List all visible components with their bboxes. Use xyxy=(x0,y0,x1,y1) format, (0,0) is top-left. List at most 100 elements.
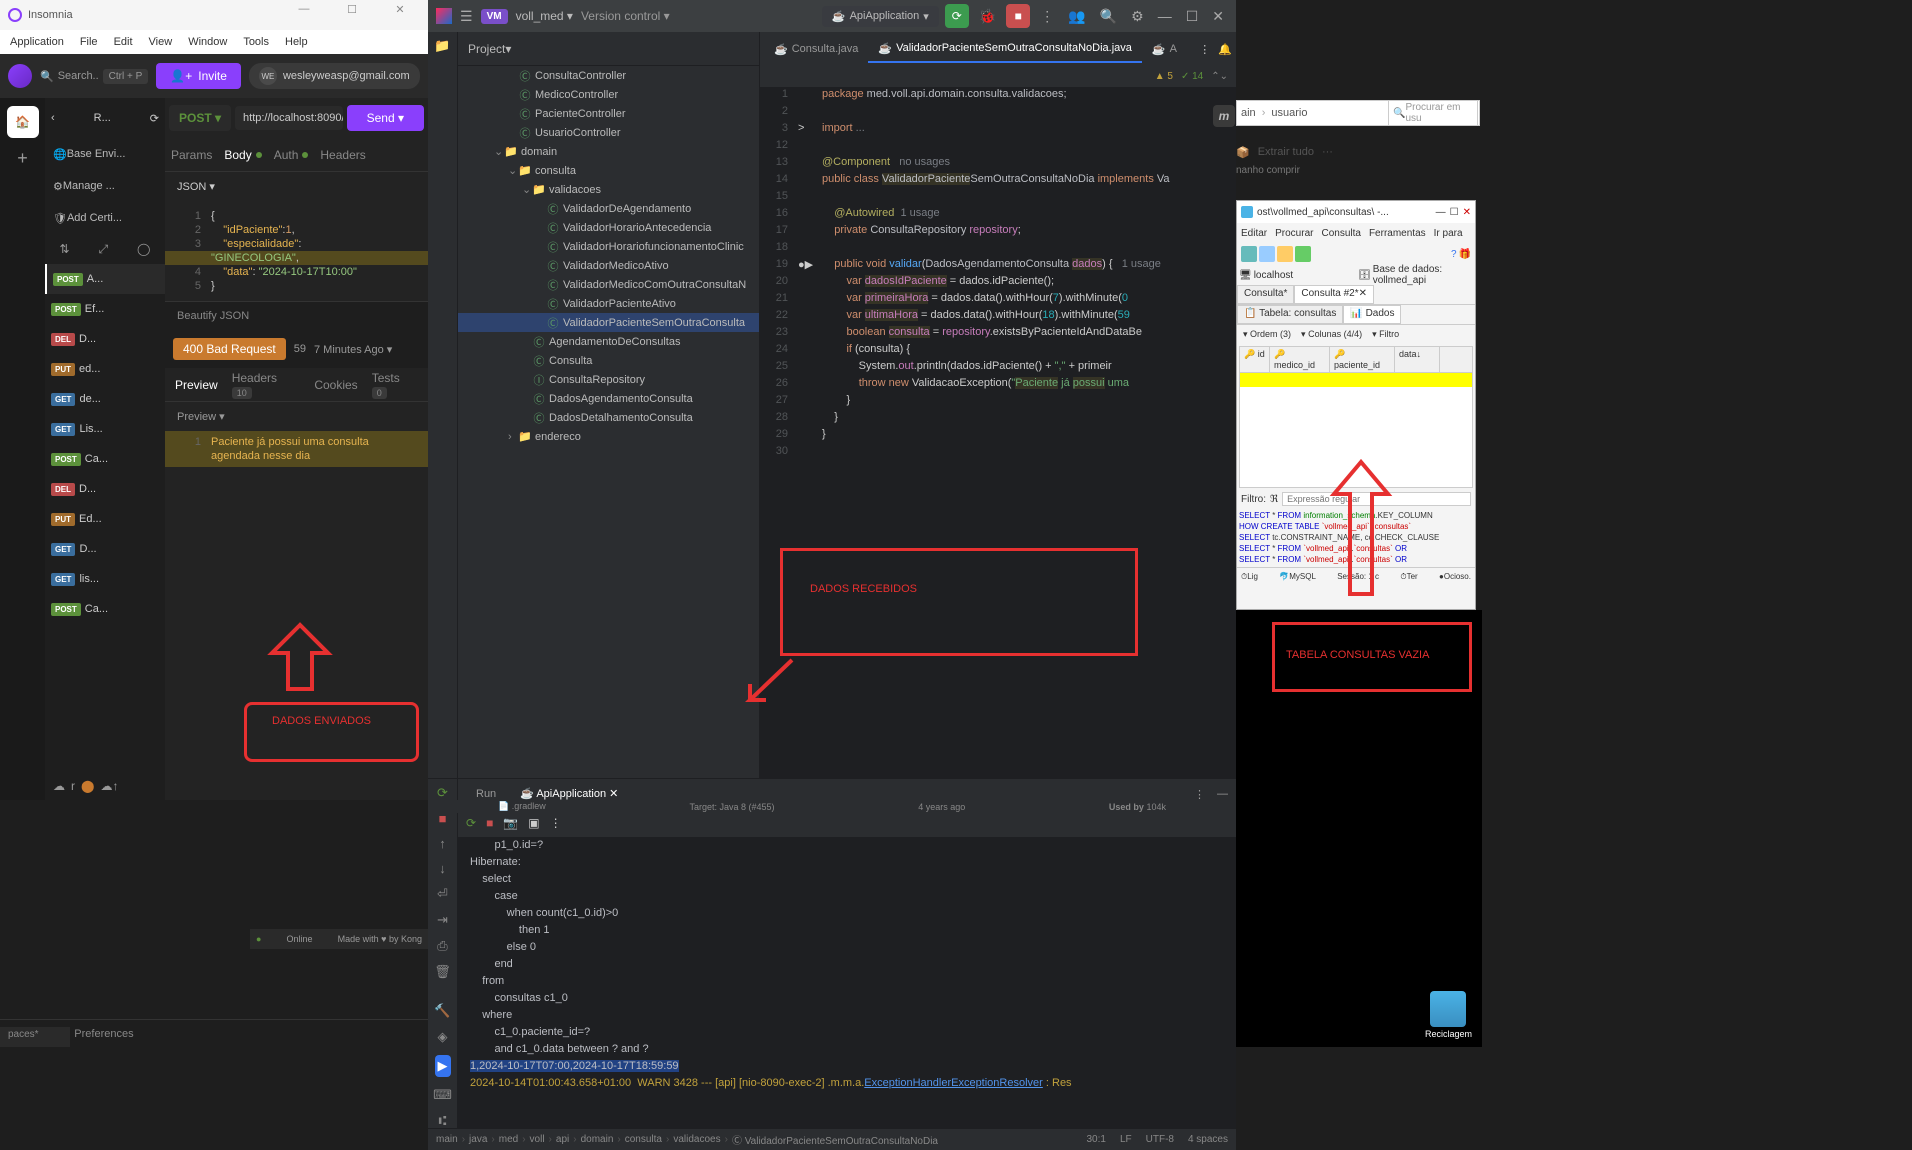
tree-item[interactable]: ⒸValidadorPacienteSemOutraConsulta xyxy=(458,313,759,332)
expand-icon[interactable]: ⤢ xyxy=(98,242,108,257)
breadcrumb-item[interactable]: med xyxy=(499,1134,518,1145)
project-name[interactable]: voll_med ▾ xyxy=(516,9,573,23)
tree-database[interactable]: 🗄Base de dados: vollmed_api xyxy=(1358,267,1473,283)
tab-overflow[interactable]: ☕ A xyxy=(1142,37,1187,62)
tree-item[interactable]: ⒸConsultaController xyxy=(458,66,759,85)
col-id[interactable]: 🔑 id xyxy=(1240,347,1270,372)
tree-item[interactable]: ⒸValidadorHorariofuncionamentoClinic xyxy=(458,237,759,256)
tree-item[interactable]: ⒸDadosAgendamentoConsulta xyxy=(458,389,759,408)
code-editor[interactable]: 1package med.voll.api.domain.consulta.va… xyxy=(760,88,1236,778)
status-time[interactable]: 7 Minutes Ago ▾ xyxy=(314,343,392,356)
indent[interactable]: 4 spaces xyxy=(1188,1134,1228,1145)
breadcrumb-item[interactable]: voll xyxy=(530,1134,545,1145)
breadcrumb-item[interactable]: java xyxy=(469,1134,487,1145)
ordem-option[interactable]: ▾ Ordem (3) xyxy=(1243,329,1291,340)
close-button[interactable]: ✕ xyxy=(380,3,420,27)
notifications-icon[interactable]: 🔔 xyxy=(1218,43,1232,56)
run-button[interactable]: ⟳ xyxy=(945,4,969,28)
breadcrumb-item[interactable]: domain xyxy=(581,1134,614,1145)
layout-icon[interactable]: ▣ xyxy=(528,816,539,830)
minimize-button[interactable]: — xyxy=(1154,4,1176,28)
search-everywhere-icon[interactable]: 🔍 xyxy=(1096,4,1121,29)
tree-item[interactable]: ⒸMedicoController xyxy=(458,85,759,104)
editor-analysis[interactable]: ▲ 5 ✓ 14 ⌃⌄ xyxy=(760,66,1236,88)
maximize-button[interactable]: ☐ xyxy=(332,3,372,27)
stop-button[interactable]: ■ xyxy=(1006,4,1030,28)
sync-status-icon[interactable]: ⬤ xyxy=(81,779,94,793)
gift-icon[interactable]: 🎁 xyxy=(1459,249,1471,260)
run-config-select[interactable]: ☕ ApiApplication ▾ xyxy=(822,6,939,27)
scroll-end-icon[interactable]: ⇥ xyxy=(437,912,448,928)
workspaces-footer[interactable]: paces* xyxy=(0,1027,70,1047)
request-item[interactable]: GETD... xyxy=(45,534,165,564)
breadcrumb-item[interactable]: api xyxy=(556,1134,569,1145)
tab-table[interactable]: 📋 Tabela: consultas xyxy=(1237,305,1343,324)
toolbar-icon[interactable] xyxy=(1259,246,1275,262)
menu-help[interactable]: Help xyxy=(279,34,314,50)
tree-item[interactable]: ⒸPacienteController xyxy=(458,104,759,123)
resp-tab-tests[interactable]: Tests 0 xyxy=(372,371,418,399)
tree-item[interactable]: ›📁endereco xyxy=(458,427,759,446)
terminal-tool-icon[interactable]: ⌨ xyxy=(433,1087,452,1103)
more-icon[interactable]: ⋮ xyxy=(550,816,562,830)
tab-auth[interactable]: Auth xyxy=(274,148,309,162)
resp-tab-cookies[interactable]: Cookies xyxy=(314,378,357,392)
send-button[interactable]: Send ▾ xyxy=(347,105,424,131)
main-menu-button[interactable]: ☰ xyxy=(460,8,473,25)
response-body[interactable]: 1Paciente já possui uma consulta agendad… xyxy=(165,431,428,467)
menu-consulta[interactable]: Consulta xyxy=(1321,228,1360,239)
menu-ferramentas[interactable]: Ferramentas xyxy=(1369,228,1426,239)
method-select[interactable]: POST ▾ xyxy=(169,105,231,131)
tab-headers[interactable]: Headers xyxy=(320,148,365,162)
beautify-json-button[interactable]: Beautify JSON xyxy=(165,301,428,330)
breadcrumb-item[interactable]: main xyxy=(436,1134,458,1145)
request-item[interactable]: POSTCa... xyxy=(45,444,165,474)
cursor-position[interactable]: 30:1 xyxy=(1086,1134,1105,1145)
minimize-button[interactable]: — xyxy=(1436,207,1446,218)
toolbar-icon[interactable] xyxy=(1277,246,1293,262)
request-item[interactable]: GETLis... xyxy=(45,414,165,444)
tab-body[interactable]: Body xyxy=(224,148,261,162)
tree-item[interactable]: ⒸDadosDetalhamentoConsulta xyxy=(458,408,759,427)
run-more-icon[interactable]: ⋮ xyxy=(1194,788,1205,801)
tab-validador-java[interactable]: ☕ ValidadorPacienteSemOutraConsultaNoDia… xyxy=(868,36,1142,63)
stop-icon[interactable]: ■ xyxy=(486,816,493,830)
tabs-more-icon[interactable]: ⋮ xyxy=(1199,43,1210,56)
recycle-bin[interactable]: Reciclagem xyxy=(1425,991,1472,1039)
breadcrumb[interactable]: main›java›med›voll›api›domain›consulta›v… xyxy=(436,1132,938,1147)
menu-irpara[interactable]: Ir para xyxy=(1434,228,1463,239)
menu-file[interactable]: File xyxy=(74,34,104,50)
tree-item[interactable]: ⒸAgendamentoDeConsultas xyxy=(458,332,759,351)
preferences-label[interactable]: Preferences xyxy=(74,1028,133,1040)
rerun-icon[interactable]: ⟳ xyxy=(466,816,476,830)
stop-icon[interactable]: ■ xyxy=(439,811,447,826)
invite-button[interactable]: 👤+ Invite xyxy=(156,63,241,89)
tab-consulta[interactable]: Consulta* xyxy=(1237,285,1294,304)
tab-params[interactable]: Params xyxy=(171,148,212,162)
tree-item[interactable]: ⒸValidadorHorarioAntecedencia xyxy=(458,218,759,237)
menu-application[interactable]: Application xyxy=(4,34,70,50)
menu-window[interactable]: Window xyxy=(182,34,233,50)
request-item[interactable]: DELD... xyxy=(45,324,165,354)
menu-view[interactable]: View xyxy=(143,34,179,50)
scroll-up-icon[interactable]: ↑ xyxy=(439,836,446,851)
close-button[interactable]: ✕ xyxy=(1208,4,1228,29)
vcs-menu[interactable]: Version control ▾ xyxy=(581,9,670,23)
col-paciente[interactable]: 🔑 paciente_id xyxy=(1330,347,1395,372)
cloud-icon[interactable]: ☁ xyxy=(53,779,65,793)
print-icon[interactable]: ⎙ xyxy=(437,938,447,954)
tree-item[interactable]: ⒸConsulta xyxy=(458,351,759,370)
json-editor[interactable]: 1{ 2 "idPaciente":1, 3 "especialidade": … xyxy=(165,201,428,301)
help-icon[interactable]: ? xyxy=(1451,249,1457,260)
global-search[interactable]: 🔍 Search.. Ctrl + P xyxy=(40,69,148,84)
camera-icon[interactable]: 📷 xyxy=(503,816,518,830)
sql-log[interactable]: SELECT * FROM information_schema.KEY_COL… xyxy=(1237,508,1475,567)
git-tool-icon[interactable]: ⑆ xyxy=(439,1113,447,1128)
add-workspace-button[interactable]: + xyxy=(7,142,39,174)
menu-procurar[interactable]: Procurar xyxy=(1275,228,1313,239)
scroll-down-icon[interactable]: ↓ xyxy=(439,861,446,876)
tree-item[interactable]: ⌄📁validacoes xyxy=(458,180,759,199)
body-type-select[interactable]: JSON ▾ xyxy=(165,172,428,201)
nav-back-button[interactable]: ‹ xyxy=(51,112,55,124)
resp-tab-preview[interactable]: Preview xyxy=(175,378,218,392)
